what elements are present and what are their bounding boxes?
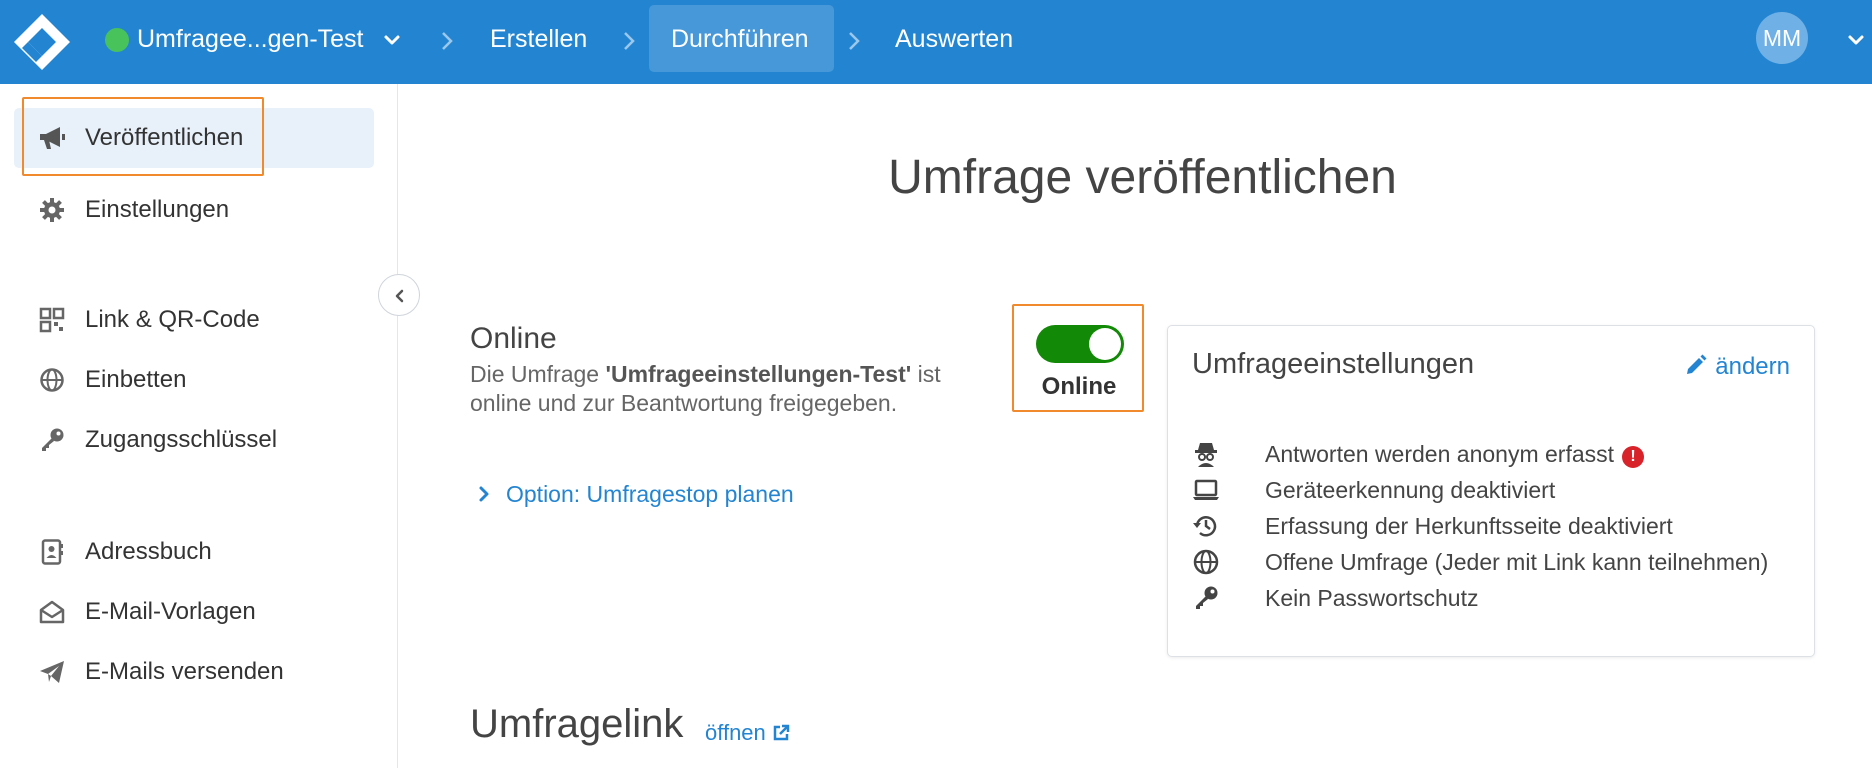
sidebar: Veröffentlichen Einstellungen Link & QR-…: [0, 84, 420, 768]
setting-row: Offene Umfrage (Jeder mit Link kann teil…: [1192, 544, 1792, 580]
sidebar-item-label: Adressbuch: [85, 538, 212, 565]
setting-label: Offene Umfrage (Jeder mit Link kann teil…: [1265, 549, 1769, 575]
nav-auswerten[interactable]: Auswerten: [895, 0, 1013, 84]
qr-code-icon: [39, 307, 65, 333]
key-icon: [42, 428, 64, 451]
option-link-label: Option: Umfragestop planen: [506, 481, 794, 507]
setting-row: Kein Passwortschutz: [1192, 580, 1792, 616]
sidebar-item-adressbuch[interactable]: Adressbuch: [14, 522, 374, 582]
sidebar-item-emails-versenden[interactable]: E-Mails versenden: [14, 642, 374, 702]
edit-settings-button[interactable]: ändern: [1685, 353, 1790, 381]
online-description: Die Umfrage 'Umfrageeinstellungen-Test' …: [470, 361, 941, 416]
sidebar-item-label: Einstellungen: [85, 196, 230, 223]
open-survey-link[interactable]: öffnen: [705, 720, 790, 746]
sidebar-item-label: Link & QR-Code: [85, 306, 260, 333]
edit-settings-label: ändern: [1715, 353, 1790, 380]
highlight-box: [22, 97, 264, 176]
setting-row: Erfassung der Herkunftsseite deaktiviert: [1192, 508, 1792, 544]
sidebar-item-link-qr-code[interactable]: Link & QR-Code: [14, 290, 374, 350]
chevron-down-icon[interactable]: [382, 30, 402, 50]
top-navigation-bar: Umfragee...gen-Test Erstellen Durchführe…: [0, 0, 1872, 84]
chevron-left-icon: [395, 289, 404, 303]
survey-settings-card: Umfrageeinstellungen ändern Antworten we…: [1167, 325, 1815, 657]
history-icon: [1193, 516, 1217, 537]
breadcrumb-separator-icon: [849, 32, 860, 50]
survey-link-title: Umfragelink: [470, 702, 684, 746]
page-title: Umfrage veröffentlichen: [888, 151, 1397, 204]
highlight-box: [1012, 304, 1144, 412]
laptop-icon: [1193, 479, 1219, 500]
sidebar-item-label: Einbetten: [85, 366, 187, 393]
survey-status-dot: [105, 28, 129, 52]
chevron-down-icon[interactable]: [1846, 30, 1866, 50]
address-book-icon: [41, 539, 63, 565]
globe-icon: [1193, 549, 1219, 575]
survey-name-bold: 'Umfrageeinstellungen-Test': [605, 361, 912, 387]
setting-row: Geräteerkennung deaktiviert: [1192, 472, 1792, 508]
settings-card-title: Umfrageeinstellungen: [1192, 348, 1475, 380]
breadcrumb-separator-icon: [624, 32, 635, 50]
survey-name-label[interactable]: Umfragee...gen-Test: [137, 0, 364, 84]
globe-icon: [40, 368, 64, 392]
setting-row: Antworten werden anonym erfasst!: [1192, 436, 1792, 472]
pencil-icon: [1687, 354, 1707, 374]
setting-label: Erfassung der Herkunftsseite deaktiviert: [1265, 513, 1673, 539]
setting-label: Kein Passwortschutz: [1265, 585, 1479, 611]
sidebar-item-email-vorlagen[interactable]: E-Mail-Vorlagen: [14, 582, 374, 642]
sidebar-collapse-button[interactable]: [378, 274, 420, 316]
setting-label: Geräteerkennung deaktiviert: [1265, 477, 1556, 503]
sidebar-item-einbetten[interactable]: Einbetten: [14, 350, 374, 410]
online-section-title: Online: [470, 322, 557, 355]
sidebar-item-einstellungen[interactable]: Einstellungen: [14, 180, 374, 240]
envelope-open-icon: [39, 600, 65, 624]
paper-plane-icon: [40, 661, 64, 683]
breadcrumb-separator-icon: [442, 32, 453, 50]
sidebar-item-label: Zugangsschlüssel: [85, 426, 278, 453]
sidebar-item-label: E-Mail-Vorlagen: [85, 598, 256, 625]
external-link-icon: [773, 724, 790, 741]
gear-icon: [40, 198, 64, 222]
user-avatar[interactable]: MM: [1756, 12, 1808, 64]
sidebar-item-zugangsschluessel[interactable]: Zugangsschlüssel: [14, 410, 374, 470]
app-logo-icon[interactable]: [10, 10, 74, 74]
spy-icon: [1195, 443, 1217, 467]
sidebar-item-label: E-Mails versenden: [85, 658, 284, 685]
key-icon: [1196, 586, 1218, 609]
setting-label: Antworten werden anonym erfasst!: [1265, 436, 1645, 472]
nav-durchfuehren[interactable]: Durchführen: [671, 0, 809, 84]
chevron-right-icon: [479, 486, 489, 502]
warning-icon[interactable]: !: [1622, 446, 1645, 468]
nav-erstellen[interactable]: Erstellen: [490, 0, 587, 84]
open-link-label: öffnen: [705, 720, 766, 745]
